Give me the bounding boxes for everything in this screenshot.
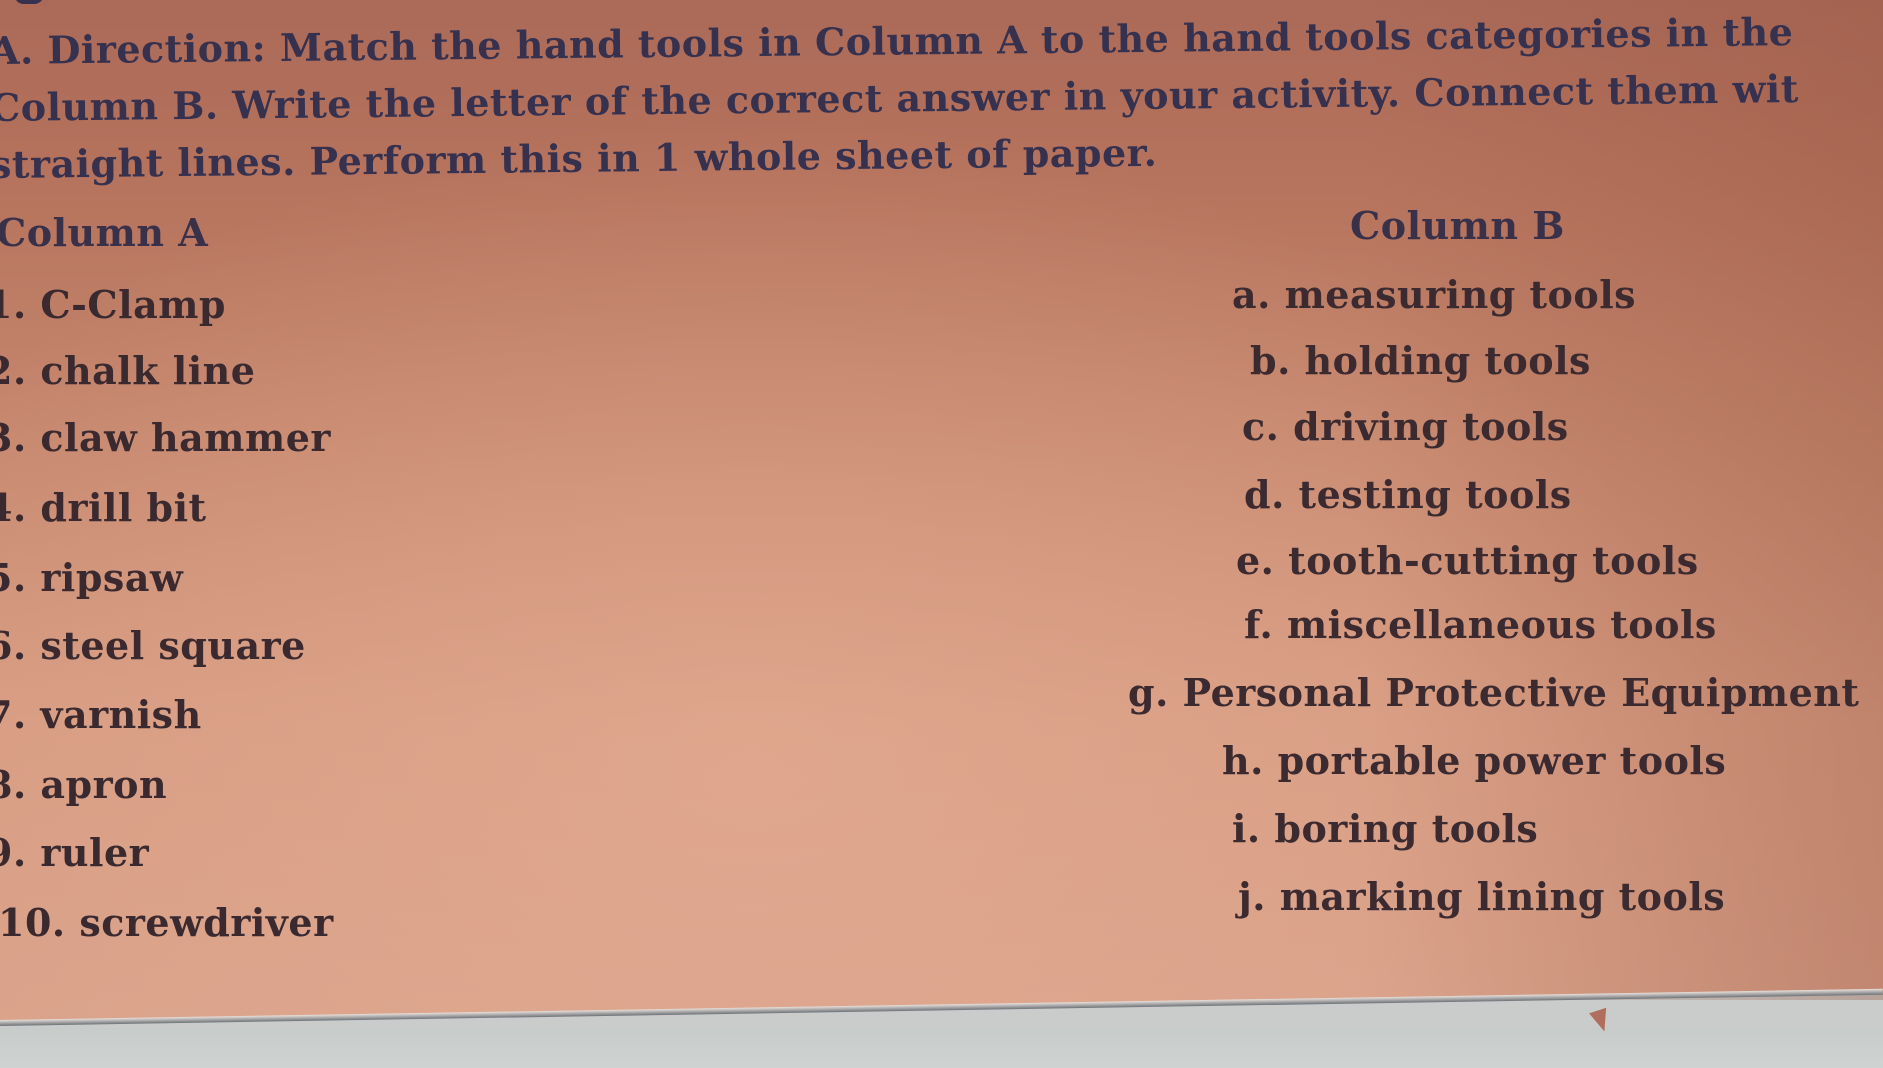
column-a-item: 6. steel square — [0, 623, 306, 668]
column-b-item: g. Personal Protective Equipment — [1128, 670, 1860, 715]
column-b-item: a. measuring tools — [1232, 272, 1637, 317]
column-a-heading: Column A — [0, 210, 209, 255]
column-a-item: 10. screwdriver — [0, 900, 334, 945]
column-b-item: f. miscellaneous tools — [1244, 602, 1717, 647]
column-b-item: c. driving tools — [1242, 404, 1569, 449]
column-b-item: d. testing tools — [1244, 472, 1572, 517]
column-a-item: 4. drill bit — [0, 485, 207, 530]
column-a-item: 7. varnish — [0, 692, 202, 737]
column-a-item: 2. chalk line — [0, 348, 256, 393]
column-b-item: j. marking lining tools — [1238, 874, 1726, 919]
column-a-item: 5. ripsaw — [0, 555, 184, 600]
column-b-heading: Column B — [1350, 203, 1565, 248]
column-a-item: 3. claw hammer — [0, 415, 331, 460]
column-a-item: 8. apron — [0, 762, 168, 807]
column-a-item: 9. ruler — [0, 830, 150, 875]
column-a-item: 1. C-Clamp — [0, 282, 226, 327]
column-b-item: h. portable power tools — [1222, 738, 1727, 783]
screen-bottom-bezel — [0, 1028, 1883, 1068]
column-b-item: e. tooth-cutting tools — [1236, 538, 1699, 583]
column-b-item: i. boring tools — [1232, 806, 1539, 851]
column-b-item: b. holding tools — [1250, 338, 1591, 383]
